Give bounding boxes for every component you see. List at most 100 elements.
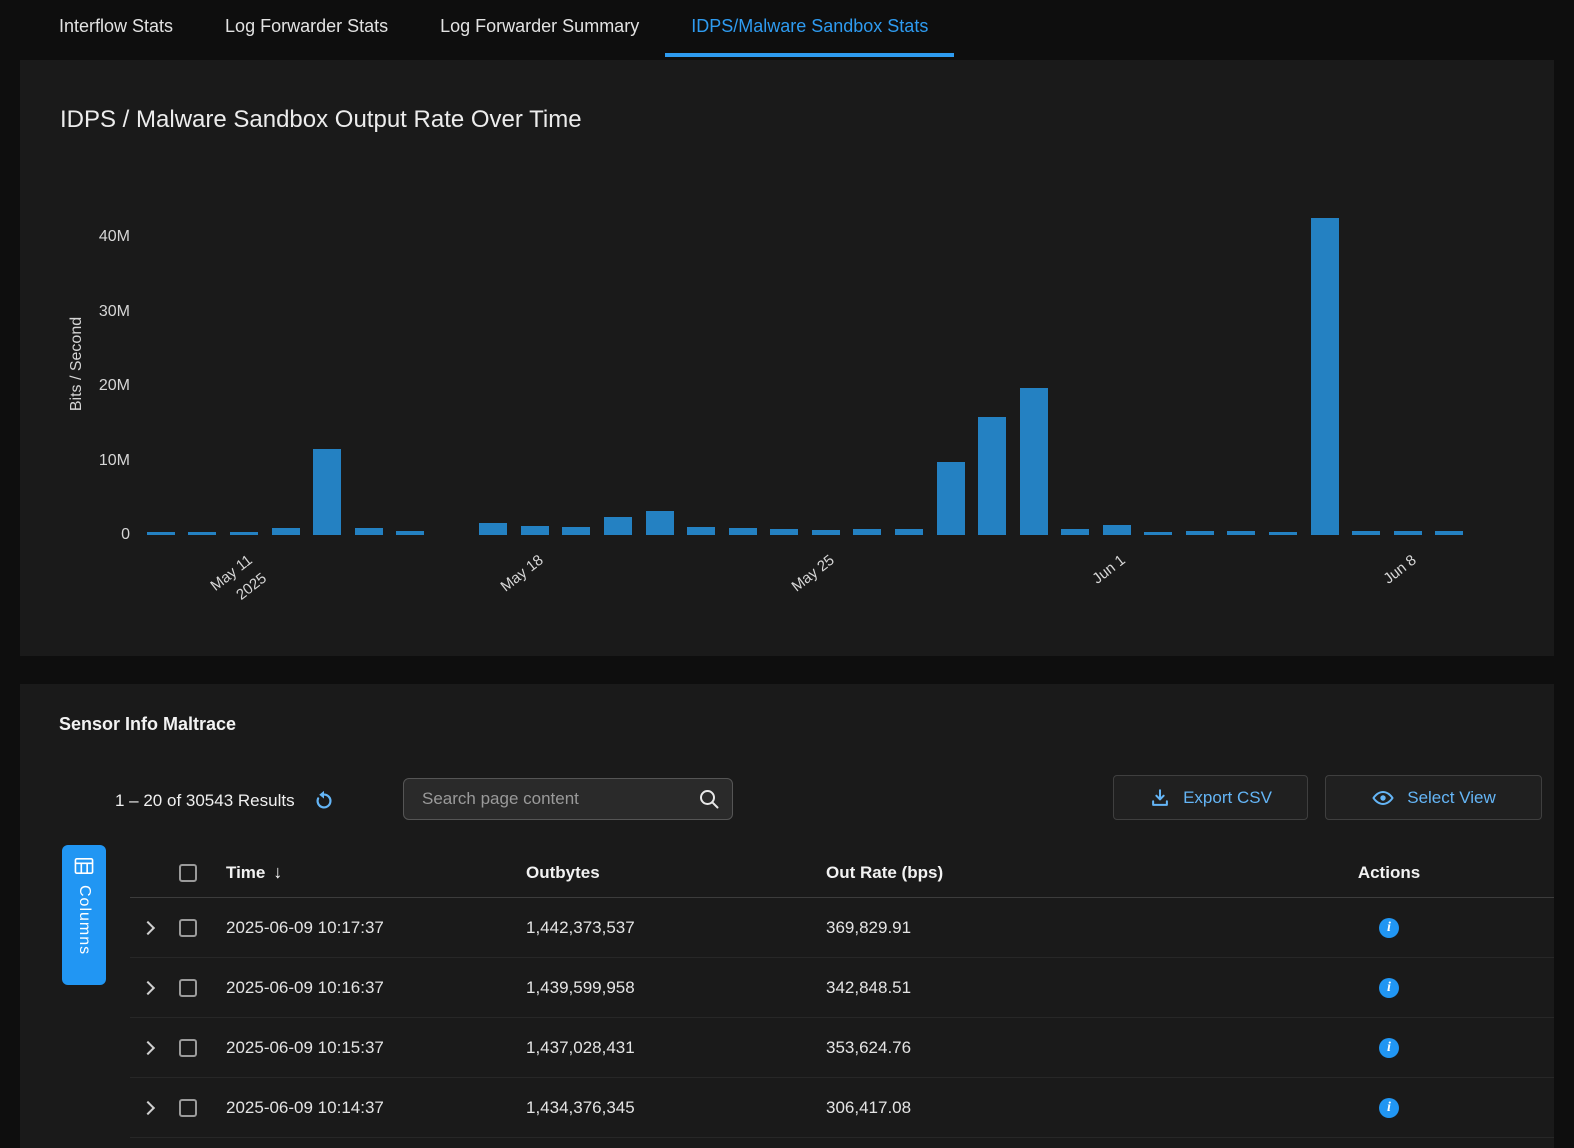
select-view-label: Select View xyxy=(1407,788,1496,808)
results-count: 1 – 20 of 30543 Results xyxy=(115,791,295,811)
bar-jun-9 xyxy=(1435,531,1463,536)
download-icon xyxy=(1149,787,1171,809)
table-panel: Sensor Info Maltrace 1 – 20 of 30543 Res… xyxy=(20,684,1554,1148)
export-csv-button[interactable]: Export CSV xyxy=(1113,775,1308,820)
expand-chevron-icon[interactable] xyxy=(141,980,155,994)
col-header-outbytes[interactable]: Outbytes xyxy=(510,863,810,883)
y-tick-label: 20M xyxy=(40,375,130,397)
cell-outbytes: 1,439,599,958 xyxy=(510,978,810,998)
select-view-button[interactable]: Select View xyxy=(1325,775,1542,820)
search-box xyxy=(403,778,733,820)
table-row: 2025-06-09 10:17:371,442,373,537369,829.… xyxy=(130,898,1554,958)
bar-jun-1 xyxy=(1103,525,1131,535)
bar-may-11 xyxy=(230,532,258,535)
x-tick-label: Jun 1 xyxy=(991,550,1131,666)
cell-outrate: 306,417.08 xyxy=(810,1098,1240,1118)
expand-chevron-icon[interactable] xyxy=(141,920,155,934)
select-all-checkbox[interactable] xyxy=(179,864,197,882)
columns-label: Columns xyxy=(75,885,93,955)
tab-log-forwarder-stats[interactable]: Log Forwarder Stats xyxy=(199,0,414,57)
info-icon[interactable] xyxy=(1379,1098,1399,1118)
bar-may-25 xyxy=(812,530,840,535)
cell-outrate: 369,829.91 xyxy=(810,918,1240,938)
refresh-icon xyxy=(313,790,335,812)
eye-icon xyxy=(1371,786,1395,810)
y-tick-label: 40M xyxy=(40,226,130,248)
y-axis-label: Bits / Second xyxy=(68,264,86,464)
table-body: 2025-06-09 10:17:371,442,373,537369,829.… xyxy=(130,898,1554,1138)
row-checkbox[interactable] xyxy=(179,1039,197,1057)
bar-jun-7 xyxy=(1352,531,1380,535)
info-icon[interactable] xyxy=(1379,978,1399,998)
x-tick-label: May 112025 xyxy=(118,550,272,684)
y-tick-label: 0 xyxy=(40,524,130,546)
bar-may-26 xyxy=(853,529,881,535)
bar-may-18 xyxy=(521,526,549,535)
tab-bar: Interflow StatsLog Forwarder StatsLog Fo… xyxy=(0,0,1574,57)
data-table: Time ↓ Outbytes Out Rate (bps) Actions 2… xyxy=(130,848,1554,1138)
bar-may-10 xyxy=(188,532,216,535)
info-icon[interactable] xyxy=(1379,918,1399,938)
y-tick-label: 10M xyxy=(40,450,130,472)
bar-may-17 xyxy=(479,523,507,535)
info-icon[interactable] xyxy=(1379,1038,1399,1058)
cell-time: 2025-06-09 10:17:37 xyxy=(210,918,510,938)
tab-interflow-stats[interactable]: Interflow Stats xyxy=(33,0,199,57)
col-header-outrate[interactable]: Out Rate (bps) xyxy=(810,863,1240,883)
x-tick-label: May 25 xyxy=(700,550,840,666)
bar-may-9 xyxy=(147,532,175,535)
col-header-actions: Actions xyxy=(1240,863,1554,883)
search-input[interactable] xyxy=(420,788,698,810)
table-row: 2025-06-09 10:16:371,439,599,958342,848.… xyxy=(130,958,1554,1018)
row-checkbox[interactable] xyxy=(179,1099,197,1117)
bar-may-20 xyxy=(604,517,632,535)
cell-outbytes: 1,437,028,431 xyxy=(510,1038,810,1058)
bar-jun-8 xyxy=(1394,531,1422,536)
bar-may-21 xyxy=(646,511,674,535)
tab-log-forwarder-summary[interactable]: Log Forwarder Summary xyxy=(414,0,665,57)
table-row: 2025-06-09 10:14:371,434,376,345306,417.… xyxy=(130,1078,1554,1138)
tab-idps-malware-sandbox-stats[interactable]: IDPS/Malware Sandbox Stats xyxy=(665,0,954,57)
section-title: Sensor Info Maltrace xyxy=(59,714,236,735)
expand-chevron-icon[interactable] xyxy=(141,1040,155,1054)
row-checkbox[interactable] xyxy=(179,919,197,937)
cell-outrate: 342,848.51 xyxy=(810,978,1240,998)
chart-panel: IDPS / Malware Sandbox Output Rate Over … xyxy=(20,60,1554,656)
bar-may-28 xyxy=(937,462,965,535)
table-header: Time ↓ Outbytes Out Rate (bps) Actions xyxy=(130,848,1554,898)
cell-outbytes: 1,434,376,345 xyxy=(510,1098,810,1118)
row-checkbox[interactable] xyxy=(179,979,197,997)
cell-outrate: 353,624.76 xyxy=(810,1038,1240,1058)
chart-title: IDPS / Malware Sandbox Output Rate Over … xyxy=(60,106,582,134)
bar-jun-4 xyxy=(1227,531,1255,535)
cell-time: 2025-06-09 10:14:37 xyxy=(210,1098,510,1118)
bar-may-27 xyxy=(895,529,923,535)
bar-may-30 xyxy=(1020,388,1048,535)
grid-icon xyxy=(74,857,94,875)
plot-area xyxy=(140,200,1470,535)
refresh-button[interactable] xyxy=(313,790,335,812)
results-row: 1 – 20 of 30543 Results xyxy=(115,780,335,822)
bar-may-12 xyxy=(272,528,300,535)
export-csv-label: Export CSV xyxy=(1183,788,1272,808)
bar-may-29 xyxy=(978,417,1006,535)
x-tick-label: Jun 8 xyxy=(1282,550,1422,666)
bar-jun-3 xyxy=(1186,531,1214,536)
search-icon[interactable] xyxy=(698,788,720,810)
expand-chevron-icon[interactable] xyxy=(141,1100,155,1114)
bar-may-22 xyxy=(687,527,715,535)
columns-button[interactable]: Columns xyxy=(62,845,106,985)
col-header-time[interactable]: Time xyxy=(226,863,265,883)
bar-jun-6 xyxy=(1311,218,1339,535)
bar-may-23 xyxy=(729,528,757,535)
bar-jun-2 xyxy=(1144,532,1172,535)
sort-desc-icon[interactable]: ↓ xyxy=(273,862,282,883)
bar-jun-5 xyxy=(1269,532,1297,535)
bar-may-15 xyxy=(396,531,424,535)
bar-may-14 xyxy=(355,528,383,535)
bar-may-31 xyxy=(1061,529,1089,535)
table-row: 2025-06-09 10:15:371,437,028,431353,624.… xyxy=(130,1018,1554,1078)
x-axis-ticks: May 112025May 18May 25Jun 1Jun 8 xyxy=(140,540,1470,656)
bar-may-24 xyxy=(770,529,798,535)
bar-may-13 xyxy=(313,449,341,535)
